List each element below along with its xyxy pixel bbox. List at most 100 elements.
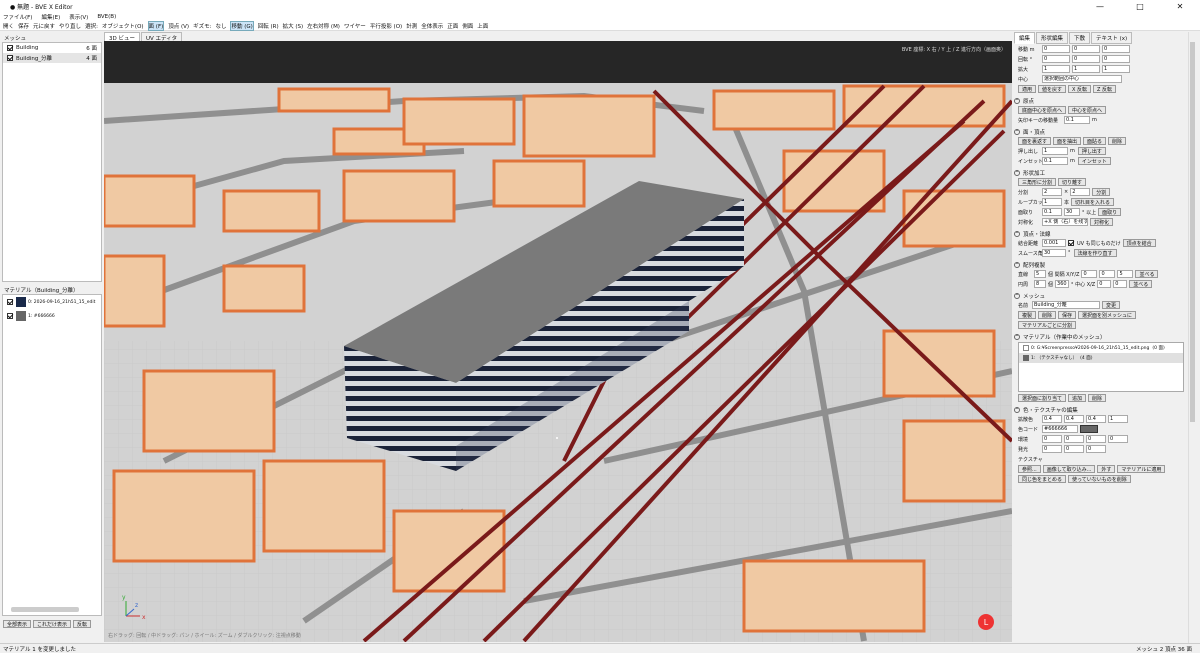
toolbar-item-3[interactable]: やり直し	[59, 22, 81, 30]
collapse-icon[interactable]: ^	[1014, 333, 1020, 340]
bevel-b-input[interactable]: 30	[1064, 208, 1080, 216]
material-listbox[interactable]: 0: G:¥Screenpresso¥2026-09-16_21h51_15_e…	[1018, 342, 1184, 392]
toolbar-item-6[interactable]: 面 (F)	[147, 20, 165, 31]
toolbar-item-18[interactable]: 正面	[447, 22, 458, 30]
collapse-icon[interactable]: ^	[1014, 128, 1020, 135]
ambient-b-input[interactable]: 0	[1086, 435, 1106, 443]
add-material-button[interactable]: 追加	[1068, 394, 1087, 402]
delete-face-button[interactable]: 削除	[1108, 137, 1127, 145]
origin-section[interactable]: ^ 原点	[1014, 96, 1188, 105]
show-only-button[interactable]: これだけ表示	[33, 620, 72, 628]
gizmo-mode-icon[interactable]: L	[978, 614, 994, 630]
list-item[interactable]: 1: #666666	[3, 309, 101, 323]
loopcut-input[interactable]: 1	[1042, 198, 1062, 206]
color-swatch[interactable]	[1080, 425, 1098, 433]
menu-view[interactable]: 表示(V)	[69, 13, 88, 21]
linear-x-input[interactable]: 0	[1081, 270, 1098, 278]
apply-texture-button[interactable]: マテリアルに適用	[1117, 465, 1166, 473]
close-icon[interactable]: ✕	[1160, 0, 1200, 12]
diffuse-r-input[interactable]: 0.4	[1042, 415, 1062, 423]
save-mesh-button[interactable]: 保存	[1058, 311, 1077, 319]
collapse-icon[interactable]: ^	[1014, 230, 1020, 237]
collapse-icon[interactable]: ^	[1014, 169, 1020, 176]
collapse-icon[interactable]: ^	[1014, 406, 1020, 413]
rotate-y-input[interactable]: 0	[1072, 55, 1100, 63]
minimize-icon[interactable]: —	[1080, 0, 1120, 12]
apply-button[interactable]: 適用	[1018, 85, 1037, 93]
center-origin-button[interactable]: 中心を原点へ	[1068, 106, 1107, 114]
list-item[interactable]: Building 6 面	[3, 43, 101, 53]
merge-section[interactable]: ^ 頂点・法線	[1014, 229, 1188, 238]
ambient-r-input[interactable]: 0	[1042, 435, 1062, 443]
inset-input[interactable]: 0.1	[1042, 157, 1068, 165]
reset-button[interactable]: 値を戻す	[1038, 85, 1067, 93]
linear-z-input[interactable]: 5	[1117, 270, 1134, 278]
emissive-b-input[interactable]: 0	[1086, 445, 1106, 453]
toolbar-item-20[interactable]: 上面	[477, 22, 488, 30]
toolbar-item-17[interactable]: 全体表示	[421, 22, 443, 30]
circular-x-input[interactable]: 0	[1097, 280, 1112, 288]
duplicate-button[interactable]: 複製	[1018, 311, 1037, 319]
toolbar-item-13[interactable]: 左右対称 (M)	[307, 22, 340, 30]
toolbar-item-15[interactable]: 平行投影 (O)	[370, 22, 402, 30]
color-code-input[interactable]: #666666	[1042, 425, 1078, 433]
diffuse-b-input[interactable]: 0.4	[1086, 415, 1106, 423]
symmetry-select[interactable]: +X 側（右）を残す	[1042, 218, 1088, 226]
loopcut-button[interactable]: 切れ目を入れる	[1071, 198, 1115, 206]
color-section[interactable]: ^ 色・テクスチャの編集	[1014, 405, 1188, 414]
emissive-g-input[interactable]: 0	[1064, 445, 1084, 453]
ambient-a-input[interactable]: 0	[1108, 435, 1128, 443]
vertical-scrollbar[interactable]	[1188, 32, 1196, 643]
list-item[interactable]: 0: 2026-09-16_21h51_15_edit	[3, 295, 101, 309]
center-select[interactable]: 選択範囲の中心	[1042, 75, 1122, 83]
show-all-button[interactable]: 全部表示	[3, 620, 32, 628]
emissive-r-input[interactable]: 0	[1042, 445, 1062, 453]
flip-x-button[interactable]: X 反転	[1068, 85, 1092, 93]
list-item[interactable]: 1: （テクスチャなし） (4 面)	[1019, 353, 1183, 363]
tab-underlay[interactable]: 下敷	[1069, 32, 1091, 44]
toolbar-item-5[interactable]: オブジェクト(O)	[102, 22, 144, 30]
flip-face-button[interactable]: 面を裏返す	[1018, 137, 1052, 145]
circular-degree-input[interactable]: 360	[1055, 280, 1070, 288]
tab-text[interactable]: テキスト (x)	[1091, 32, 1133, 44]
rename-button[interactable]: 変更	[1102, 301, 1121, 309]
merge-distance-input[interactable]: 0.001	[1042, 239, 1066, 247]
extract-face-button[interactable]: 面を抽出	[1053, 137, 1082, 145]
3d-viewport[interactable]: y x z BVE 座標: X 右 / Y 上 / Z 進行方向（画面奥） 右ド…	[104, 41, 1012, 642]
toolbar-item-0[interactable]: 開く	[3, 22, 14, 30]
checkbox[interactable]	[7, 299, 13, 305]
move-y-input[interactable]: 0	[1072, 45, 1100, 53]
toolbar-item-12[interactable]: 拡大 (S)	[283, 22, 304, 30]
list-item[interactable]: Building_分離 4 面	[3, 53, 101, 63]
scale-y-input[interactable]: 1	[1072, 65, 1100, 73]
shape-section[interactable]: ^ 形状加工	[1014, 168, 1188, 177]
bevel-a-input[interactable]: 0.1	[1042, 208, 1062, 216]
mesh-name-input[interactable]: Building_分離	[1032, 301, 1100, 309]
separate-mesh-button[interactable]: 選択面を別メッシュに	[1078, 311, 1137, 319]
scroll-thumb[interactable]	[1190, 42, 1195, 422]
toolbar-item-16[interactable]: 計測	[406, 22, 417, 30]
material-section[interactable]: ^ マテリアル（作業中のメッシュ）	[1014, 332, 1188, 341]
scale-z-input[interactable]: 1	[1102, 65, 1130, 73]
collapse-icon[interactable]: ^	[1014, 97, 1020, 104]
uv-match-checkbox[interactable]	[1068, 240, 1074, 246]
tab-edit[interactable]: 編集	[1014, 32, 1036, 44]
maximize-icon[interactable]: □	[1120, 0, 1160, 12]
extrude-button[interactable]: 押し出す	[1077, 147, 1106, 155]
menu-edit[interactable]: 編集(E)	[41, 13, 60, 21]
toolbar-item-14[interactable]: ワイヤー	[344, 22, 366, 30]
move-x-input[interactable]: 0	[1042, 45, 1070, 53]
assign-material-button[interactable]: 選択面に割り当て	[1018, 394, 1067, 402]
import-texture-button[interactable]: 画像して取り込み...	[1042, 465, 1096, 473]
merge-vertices-button[interactable]: 頂点を結合	[1122, 239, 1156, 247]
browse-texture-button[interactable]: 参照...	[1018, 465, 1041, 473]
toolbar-item-11[interactable]: 回転 (R)	[258, 22, 279, 30]
toolbar-item-10[interactable]: 移動 (G)	[230, 20, 254, 31]
divide-b-input[interactable]: 2	[1070, 188, 1091, 196]
tab-shape-edit[interactable]: 形状編集	[1036, 32, 1069, 44]
rebuild-normals-button[interactable]: 法線を作り直す	[1073, 249, 1117, 257]
flip-z-button[interactable]: Z 反転	[1093, 85, 1117, 93]
invert-button[interactable]: 反転	[73, 620, 92, 628]
symmetry-button[interactable]: 対称化	[1090, 218, 1114, 226]
menu-bve[interactable]: BVE(B)	[97, 14, 116, 20]
